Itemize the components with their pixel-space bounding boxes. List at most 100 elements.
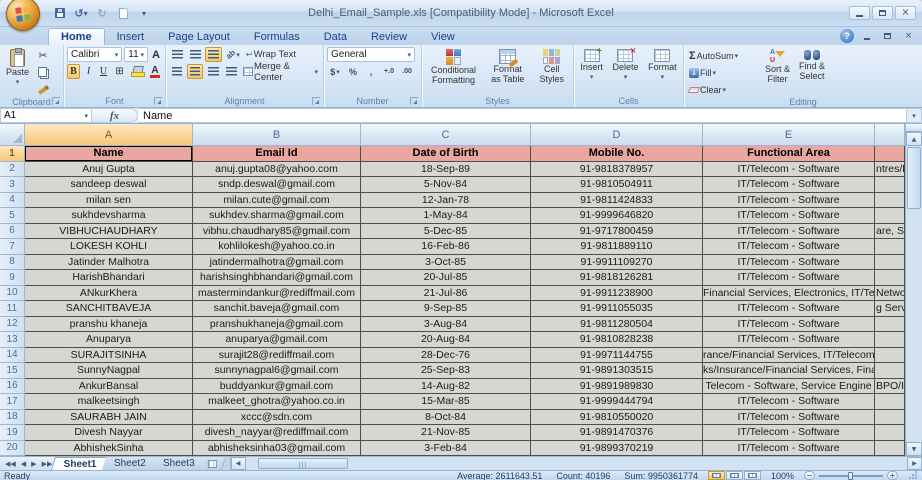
cell-email[interactable]: milan.cute@gmail.com — [193, 193, 361, 209]
cell-area[interactable]: Functional Area — [703, 146, 875, 162]
cell-extra[interactable] — [875, 332, 905, 348]
cell-dob[interactable]: 5-Nov-84 — [361, 177, 531, 193]
row-header[interactable]: 7 — [0, 239, 25, 255]
scroll-right-button[interactable]: ▶ — [907, 457, 922, 470]
vertical-scroll-thumb[interactable] — [907, 147, 921, 209]
formula-input[interactable]: Name — [138, 108, 906, 123]
cell-dob[interactable]: 21-Nov-85 — [361, 425, 531, 441]
format-cells-button[interactable]: Format ▾ — [645, 47, 680, 94]
column-header-C[interactable]: C — [361, 124, 531, 146]
cell-area[interactable]: IT/Telecom - Software — [703, 224, 875, 240]
cell-extra[interactable] — [875, 270, 905, 286]
workbook-minimize-button[interactable] — [858, 30, 875, 42]
insert-worksheet-button[interactable] — [199, 457, 225, 470]
cell-name[interactable]: SANCHITBAVEJA — [25, 301, 193, 317]
row-header[interactable]: 2 — [0, 162, 25, 178]
cell-area[interactable]: rance/Financial Services, IT/Telecom — [703, 348, 875, 364]
cell-dob[interactable]: 8-Oct-84 — [361, 410, 531, 426]
cell-mobile[interactable]: 91-9911109270 — [531, 255, 703, 271]
row-header[interactable]: 15 — [0, 363, 25, 379]
cell-area[interactable]: IT/Telecom - Software — [703, 270, 875, 286]
cell-area[interactable]: Financial Services, Electronics, IT/Te — [703, 286, 875, 302]
column-header-E[interactable]: E — [703, 124, 875, 146]
number-format-combo[interactable]: General▾ — [327, 47, 415, 62]
cell-email[interactable]: harishsinghbhandari@gmail.com — [193, 270, 361, 286]
cell-email[interactable]: kohlilokesh@yahoo.co.in — [193, 239, 361, 255]
undo-button[interactable]: ↺▾ — [73, 6, 89, 21]
cell-extra[interactable]: g Servic — [875, 301, 905, 317]
cell-email[interactable]: sanchit.baveja@gmail.com — [193, 301, 361, 317]
row-header[interactable]: 20 — [0, 441, 25, 457]
row-header[interactable]: 18 — [0, 410, 25, 426]
cell-dob[interactable]: 14-Aug-82 — [361, 379, 531, 395]
horizontal-scroll-thumb[interactable] — [258, 458, 348, 469]
cell-name[interactable]: sandeep deswal — [25, 177, 193, 193]
cell-area[interactable]: IT/Telecom - Software — [703, 410, 875, 426]
cell-dob[interactable]: 12-Jan-78 — [361, 193, 531, 209]
cell-email[interactable]: anuparya@gmail.com — [193, 332, 361, 348]
comma-style-button[interactable]: , — [363, 64, 379, 79]
cell-email[interactable]: Email Id — [193, 146, 361, 162]
tab-data[interactable]: Data — [312, 29, 359, 45]
insert-function-button[interactable]: fx — [110, 110, 119, 122]
cell-extra[interactable] — [875, 394, 905, 410]
increase-decimal-button[interactable]: +.0 — [381, 64, 397, 79]
save-button[interactable] — [52, 6, 68, 21]
cell-area[interactable]: IT/Telecom - Software — [703, 193, 875, 209]
column-header-D[interactable]: D — [531, 124, 703, 146]
cell-extra[interactable] — [875, 208, 905, 224]
accounting-format-button[interactable]: $▾ — [327, 64, 343, 79]
normal-view-button[interactable] — [708, 471, 725, 480]
cell-name[interactable]: Anuparya — [25, 332, 193, 348]
tab-review[interactable]: Review — [359, 29, 419, 45]
cell-name[interactable]: milan sen — [25, 193, 193, 209]
expand-formula-bar-button[interactable]: ▾ — [906, 108, 922, 123]
font-name-combo[interactable]: Calibri▾ — [67, 47, 122, 62]
zoom-level[interactable]: 100% — [771, 471, 794, 480]
sheet-tab-sheet3[interactable]: Sheet3 — [151, 457, 208, 470]
tab-insert[interactable]: Insert — [105, 29, 157, 45]
vertical-split-handle[interactable] — [906, 124, 922, 132]
row-header[interactable]: 14 — [0, 348, 25, 364]
cell-email[interactable]: surajit28@rediffmail.com — [193, 348, 361, 364]
cell-extra[interactable] — [875, 193, 905, 209]
cell-mobile[interactable]: 91-9810550020 — [531, 410, 703, 426]
workbook-restore-button[interactable] — [879, 30, 896, 42]
autosum-button[interactable]: ΣAutoSum▾ — [687, 48, 759, 63]
cell-mobile[interactable]: 91-9911055035 — [531, 301, 703, 317]
help-button[interactable]: ? — [840, 29, 854, 43]
tab-view[interactable]: View — [419, 29, 467, 45]
cell-extra[interactable] — [875, 363, 905, 379]
customize-qat-button[interactable]: ▾ — [136, 6, 152, 21]
cell-email[interactable]: malkeet_ghotra@yahoo.co.in — [193, 394, 361, 410]
cell-email[interactable]: mastermindankur@rediffmail.com — [193, 286, 361, 302]
clear-button[interactable]: Clear▾ — [687, 82, 759, 97]
cell-styles-button[interactable]: Cell Styles — [536, 47, 567, 94]
cell-extra[interactable] — [875, 441, 905, 457]
cell-name[interactable]: Anuj Gupta — [25, 162, 193, 178]
cell-email[interactable]: jatindermalhotra@gmail.com — [193, 255, 361, 271]
cell-area[interactable]: IT/Telecom - Software — [703, 255, 875, 271]
cell-name[interactable]: malkeetsingh — [25, 394, 193, 410]
cell-dob[interactable]: 1-May-84 — [361, 208, 531, 224]
cell-email[interactable]: sndp.deswal@gmail.com — [193, 177, 361, 193]
insert-cells-button[interactable]: + Insert ▾ — [577, 47, 606, 94]
page-layout-view-button[interactable] — [726, 471, 743, 480]
cell-name[interactable]: pranshu khaneja — [25, 317, 193, 333]
cell-mobile[interactable]: 91-9911238900 — [531, 286, 703, 302]
cut-button[interactable]: ✂ — [35, 48, 51, 63]
cell-extra[interactable] — [875, 239, 905, 255]
cell-email[interactable]: divesh_nayyar@rediffmail.com — [193, 425, 361, 441]
next-sheet-button[interactable]: ▶ — [29, 460, 38, 468]
cell-email[interactable]: anuj.gupta08@yahoo.com — [193, 162, 361, 178]
cell-mobile[interactable]: 91-9811889110 — [531, 239, 703, 255]
decrease-indent-button[interactable] — [223, 64, 239, 79]
row-header[interactable]: 13 — [0, 332, 25, 348]
workbook-close-button[interactable]: × — [900, 30, 917, 42]
cell-area[interactable]: ks/Insurance/Financial Services, Fina — [703, 363, 875, 379]
redo-button[interactable]: ↻ — [94, 6, 110, 21]
cell-dob[interactable]: 3-Aug-84 — [361, 317, 531, 333]
cell-extra[interactable] — [875, 348, 905, 364]
cell-mobile[interactable]: 91-9810504911 — [531, 177, 703, 193]
underline-button[interactable]: U — [97, 64, 110, 79]
